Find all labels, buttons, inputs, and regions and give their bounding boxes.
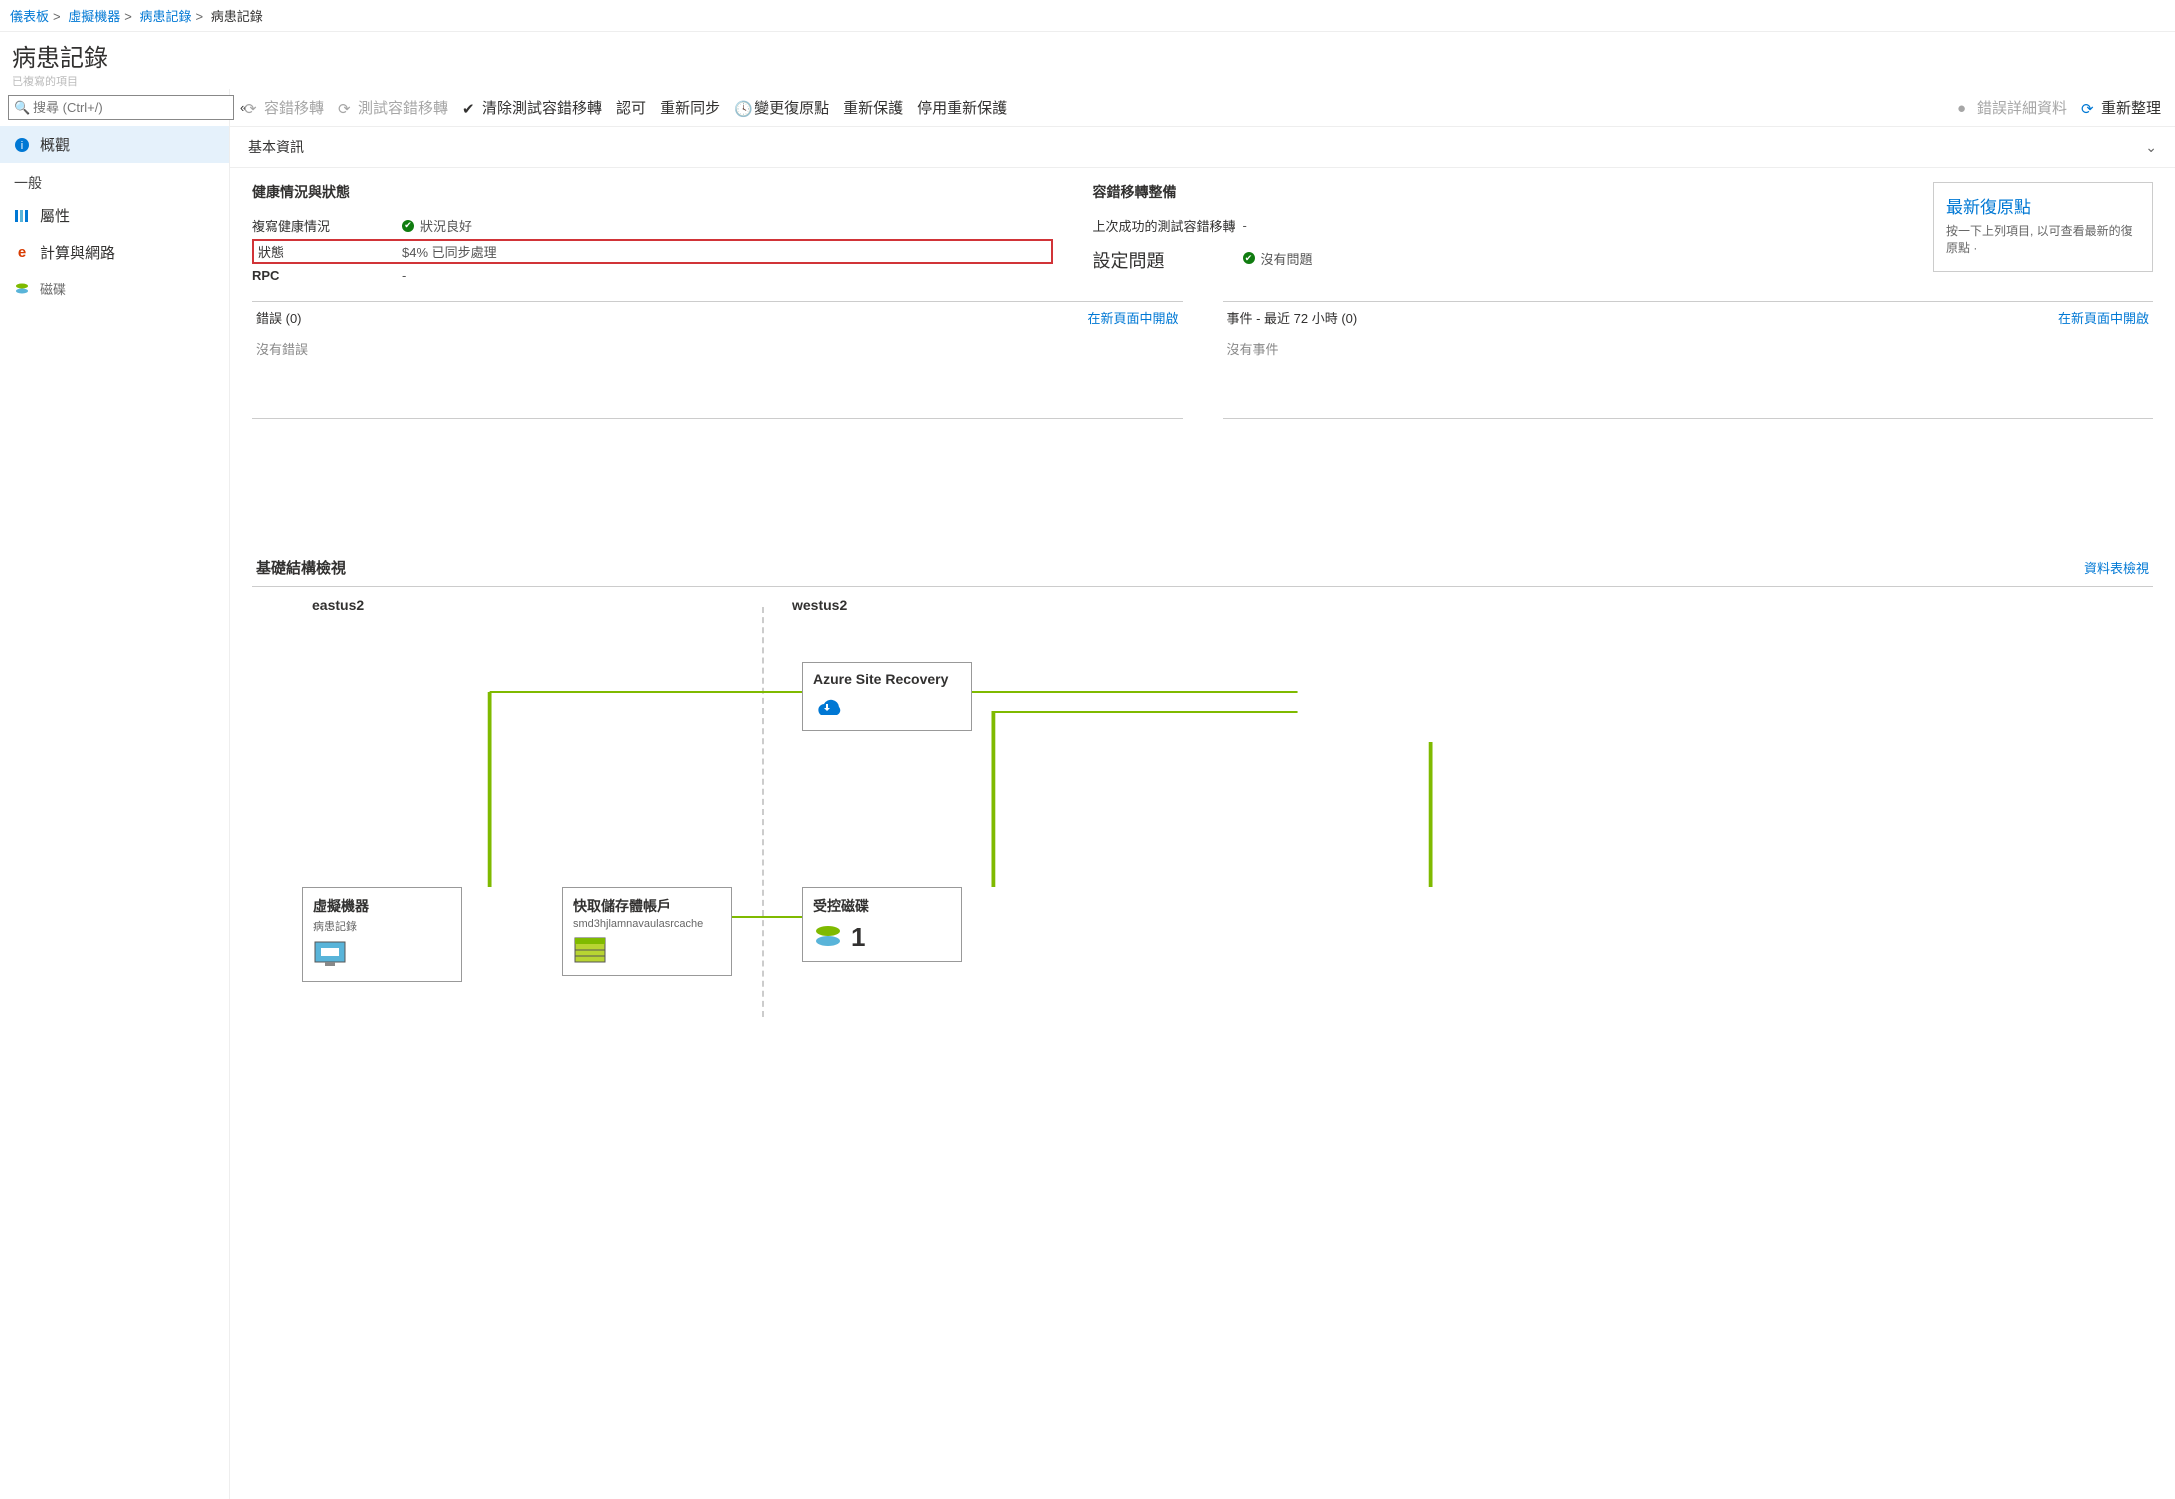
region-right-label: westus2: [792, 597, 847, 613]
events-title: 事件 - 最近 72 小時 (0): [1227, 308, 1358, 327]
toolbar-change-recovery[interactable]: 🕓變更復原點: [734, 97, 829, 118]
refresh-icon: ⟳: [2081, 100, 2097, 116]
last-test-value: -: [1243, 218, 1247, 233]
sidebar-item-overview[interactable]: i 概觀: [0, 126, 229, 163]
disks-icon: [14, 281, 30, 297]
main-content: ⟳容錯移轉 ⟳測試容錯移轉 ✔清除測試容錯移轉 認可 重新同步 🕓變更復原點 重…: [230, 89, 2175, 1499]
node-cache-title: 快取儲存體帳戶: [573, 896, 721, 916]
search-input[interactable]: [8, 95, 234, 120]
toolbar-reprotect[interactable]: 重新保護: [843, 97, 903, 118]
page-title: 病患記錄: [12, 38, 2163, 73]
toolbar-test-failover: ⟳測試容錯移轉: [338, 97, 448, 118]
repl-health-value: 狀況良好: [420, 216, 472, 235]
recovery-column: 最新復原點 按一下上列項目, 以可查看最新的復原點 ·: [1933, 182, 2153, 287]
errors-open-link[interactable]: 在新頁面中開啟: [1087, 308, 1178, 327]
errors-pane: 錯誤 (0) 在新頁面中開啟 沒有錯誤: [252, 301, 1183, 419]
breadcrumb: 儀表板> 虛擬機器> 病患記錄> 病患記錄: [0, 0, 2175, 32]
error-icon: ●: [1957, 100, 1973, 116]
recovery-subtitle: 按一下上列項目, 以可查看最新的復原點 ·: [1946, 222, 2140, 256]
rpc-label: RPC: [252, 268, 402, 283]
region-divider: [762, 607, 764, 1017]
infrastructure-diagram: eastus2 westus2 Azure Site Recovery: [252, 597, 2153, 1017]
node-vm-title: 虛擬機器: [313, 896, 451, 916]
breadcrumb-current: 病患記錄: [211, 9, 263, 24]
toolbar-refresh[interactable]: ⟳重新整理: [2081, 97, 2161, 118]
sidebar-item-properties[interactable]: 屬性: [0, 197, 229, 234]
recovery-points-card[interactable]: 最新復原點 按一下上列項目, 以可查看最新的復原點 ·: [1933, 182, 2153, 272]
failover-icon: ⟳: [244, 100, 260, 116]
breadcrumb-records[interactable]: 病患記錄: [139, 9, 191, 24]
errors-title: 錯誤 (0): [256, 308, 302, 327]
repl-health-label: 複寫健康情況: [252, 216, 402, 235]
essentials-header[interactable]: 基本資訊 ⌄: [230, 127, 2175, 168]
storage-icon: [573, 936, 721, 967]
status-ok-icon: ✔: [1243, 252, 1255, 264]
search-icon: 🔍: [14, 100, 30, 116]
chevron-down-icon: ⌄: [2145, 139, 2157, 156]
status-highlight: 狀態 $4% 已同步處理: [252, 239, 1053, 264]
cloud-recovery-icon: [813, 693, 961, 722]
events-open-link[interactable]: 在新頁面中開啟: [2058, 308, 2149, 327]
node-asr[interactable]: Azure Site Recovery: [802, 662, 972, 731]
infra-title: 基礎結構檢視: [256, 557, 346, 578]
sidebar-item-disks[interactable]: 磁碟: [0, 271, 229, 306]
info-icon: i: [14, 137, 30, 153]
rpc-value: -: [402, 268, 406, 283]
toolbar-resync[interactable]: 重新同步: [660, 97, 720, 118]
sidebar-item-label: 磁碟: [40, 279, 66, 298]
test-failover-icon: ⟳: [338, 100, 354, 116]
sidebar-item-compute-network[interactable]: e 計算與網路: [0, 234, 229, 271]
toolbar-commit[interactable]: 認可: [616, 97, 646, 118]
health-column: 健康情況與狀態 複寫健康情況 ✔ 狀況良好 狀態 $4% 已同步處理 RPC -: [252, 182, 1053, 287]
sidebar-item-label: 屬性: [40, 205, 70, 226]
sidebar-section-general: 一般: [0, 163, 229, 197]
node-vm[interactable]: 虛擬機器 病患記錄: [302, 887, 462, 982]
properties-icon: [14, 208, 30, 224]
node-cache[interactable]: 快取儲存體帳戶 smd3hjlamnavaulasrcache: [562, 887, 732, 976]
failover-ready-column: 容錯移轉整備 上次成功的測試容錯移轉 - 設定問題 ✔ 沒有問題: [1093, 182, 1894, 287]
breadcrumb-dashboard[interactable]: 儀表板: [10, 9, 49, 24]
svg-text:i: i: [21, 140, 23, 152]
toolbar: ⟳容錯移轉 ⟳測試容錯移轉 ✔清除測試容錯移轉 認可 重新同步 🕓變更復原點 重…: [230, 89, 2175, 127]
last-test-label: 上次成功的測試容錯移轉: [1093, 216, 1243, 235]
compute-network-icon: e: [14, 245, 30, 261]
node-disk-title: 受控磁碟: [813, 896, 951, 916]
vm-icon: [313, 940, 451, 973]
status-label: 狀態: [258, 242, 402, 261]
node-cache-sub: smd3hjlamnavaulasrcache: [573, 918, 721, 930]
node-disk[interactable]: 受控磁碟 1: [802, 887, 962, 962]
toolbar-error-details: ●錯誤詳細資料: [1957, 97, 2067, 118]
table-view-link[interactable]: 資料表檢視: [2084, 558, 2149, 577]
errors-empty: 沒有錯誤: [252, 333, 1183, 418]
config-value: 沒有問題: [1261, 249, 1313, 268]
breadcrumb-vms[interactable]: 虛擬機器: [68, 9, 120, 24]
resource-type-label: 已複寫的項目: [0, 73, 2175, 89]
sidebar-item-label: 計算與網路: [40, 242, 115, 263]
essentials-title: 基本資訊: [248, 137, 304, 157]
config-label: 設定問題: [1093, 247, 1243, 273]
status-ok-icon: ✔: [402, 220, 414, 232]
recovery-title: 最新復原點: [1946, 193, 2140, 218]
node-vm-sub: 病患記錄: [313, 918, 451, 934]
toolbar-cleanup-test[interactable]: ✔清除測試容錯移轉: [462, 97, 602, 118]
check-icon: ✔: [462, 100, 478, 116]
health-heading: 健康情況與狀態: [252, 182, 1053, 202]
disk-count: 1: [851, 922, 865, 953]
region-left-label: eastus2: [312, 597, 364, 613]
managed-disk-icon: [813, 923, 843, 952]
sidebar: 🔍 « i 概觀 一般 屬性 e 計算與網路: [0, 89, 230, 1499]
events-pane: 事件 - 最近 72 小時 (0) 在新頁面中開啟 沒有事件: [1223, 301, 2154, 419]
node-asr-title: Azure Site Recovery: [813, 671, 961, 687]
status-value: $4% 已同步處理: [402, 242, 497, 261]
toolbar-disable-reprotect[interactable]: 停用重新保護: [917, 97, 1007, 118]
clock-icon: 🕓: [734, 100, 750, 116]
sidebar-item-label: 概觀: [40, 134, 70, 155]
toolbar-failover: ⟳容錯移轉: [244, 97, 324, 118]
events-empty: 沒有事件: [1223, 333, 2154, 418]
failover-ready-heading: 容錯移轉整備: [1093, 182, 1894, 202]
